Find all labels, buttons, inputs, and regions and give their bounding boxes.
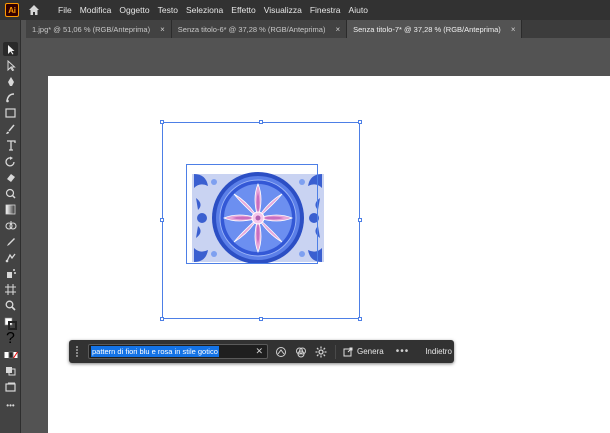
artboard-icon[interactable] [3,282,18,296]
eyedropper-icon[interactable] [3,234,18,248]
direct-selection-icon[interactable] [3,58,18,72]
menu-modifica[interactable]: Modifica [76,0,116,20]
menu-visualizza[interactable]: Visualizza [260,0,306,20]
clear-icon[interactable]: ✕ [255,346,263,357]
style-reference-icon[interactable] [274,345,288,359]
resize-handle-bottom-right[interactable] [358,317,362,321]
resize-handle-top-right[interactable] [358,120,362,124]
close-icon[interactable]: × [511,25,516,34]
screen-mode-icon[interactable] [3,380,18,394]
warp-icon[interactable] [3,186,18,200]
tab-label: 1.jpg* @ 51,06 % (RGB/Anteprima) [32,24,151,34]
drawing-modes-icon[interactable] [3,364,18,378]
prompt-text[interactable]: pattern di fiori blu e rosa in stile got… [91,346,219,357]
menu-oggetto[interactable]: Oggetto [115,0,153,20]
selection-tool-icon[interactable] [3,42,18,56]
shape-builder-icon[interactable] [3,218,18,232]
tab-senza-titolo-7[interactable]: Senza titolo-7* @ 37,28 % (RGB/Anteprima… [347,20,523,38]
resize-handle-right[interactable] [358,218,362,222]
close-icon[interactable]: × [160,25,165,34]
eraser-icon[interactable] [3,170,18,184]
generate-button[interactable]: Genera [343,347,384,357]
tab-label: Senza titolo-7* @ 37,28 % (RGB/Anteprima… [353,24,501,34]
fill-stroke-icon[interactable] [3,316,18,330]
menu-testo[interactable]: Testo [154,0,182,20]
resize-handle-bottom[interactable] [259,317,263,321]
tools-panel: ? ••• [0,20,21,433]
help-glyph: ? [6,330,15,347]
resize-handle-bottom-left[interactable] [160,317,164,321]
document-tabs: 1.jpg* @ 51,06 % (RGB/Anteprima) × Senza… [26,20,610,38]
close-icon[interactable]: × [335,25,340,34]
gradient-icon[interactable] [3,202,18,216]
more-tools-icon[interactable]: ••• [3,398,18,412]
blend-icon[interactable] [3,250,18,264]
back-button[interactable]: Indietro [425,347,452,356]
illustrator-window: Ai File Modifica Oggetto Testo Seleziona… [0,0,610,433]
pen-icon[interactable] [3,74,18,88]
color-modes-icon[interactable] [3,348,18,362]
menu-seleziona[interactable]: Seleziona [182,0,227,20]
more-options-icon[interactable]: ••• [396,346,410,357]
menu-aiuto[interactable]: Aiuto [345,0,372,20]
selection-bounding-box[interactable] [160,120,362,321]
menu-file[interactable]: File [54,0,76,20]
divider [335,344,336,359]
tab-label: Senza titolo-6* @ 37,28 % (RGB/Anteprima… [177,24,326,34]
settings-gear-icon[interactable] [314,345,328,359]
resize-handle-left[interactable] [160,218,164,222]
menu-effetto[interactable]: Effetto [227,0,259,20]
resize-handle-top[interactable] [259,120,263,124]
generate-icon [343,347,353,356]
zoom-icon[interactable] [3,298,18,312]
prompt-input[interactable]: pattern di fiori blu e rosa in stile got… [88,344,268,359]
rectangle-icon[interactable] [3,106,18,120]
paintbrush-icon[interactable] [3,122,18,136]
symbol-sprayer-icon[interactable] [3,266,18,280]
menu-finestra[interactable]: Finestra [306,0,345,20]
color-palette-icon[interactable] [294,345,308,359]
generate-label: Genera [357,347,384,356]
type-icon[interactable] [3,138,18,152]
app-logo: Ai [5,3,19,17]
curvature-icon[interactable] [3,90,18,104]
home-icon[interactable] [28,4,40,16]
tab-1-jpg[interactable]: 1.jpg* @ 51,06 % (RGB/Anteprima) × [26,20,172,38]
drag-handle-icon[interactable] [74,345,82,358]
tab-senza-titolo-6[interactable]: Senza titolo-6* @ 37,28 % (RGB/Anteprima… [171,20,348,38]
menu-bar: Ai File Modifica Oggetto Testo Seleziona… [0,0,610,20]
rotate-icon[interactable] [3,154,18,168]
contextual-task-bar: pattern di fiori blu e rosa in stile got… [69,340,454,363]
resize-handle-top-left[interactable] [160,120,164,124]
